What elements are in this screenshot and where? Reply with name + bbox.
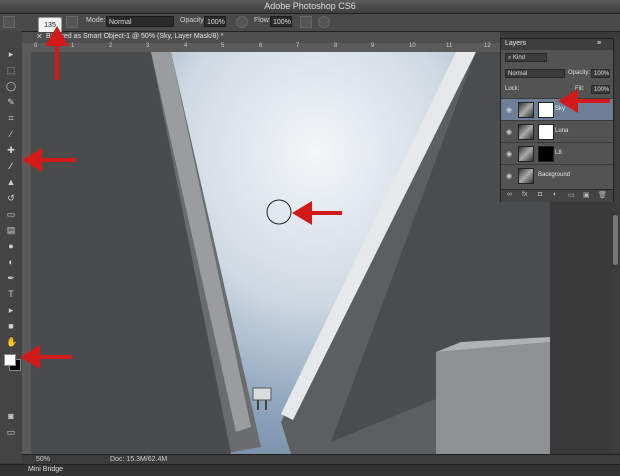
annotation-overlay xyxy=(20,26,610,369)
